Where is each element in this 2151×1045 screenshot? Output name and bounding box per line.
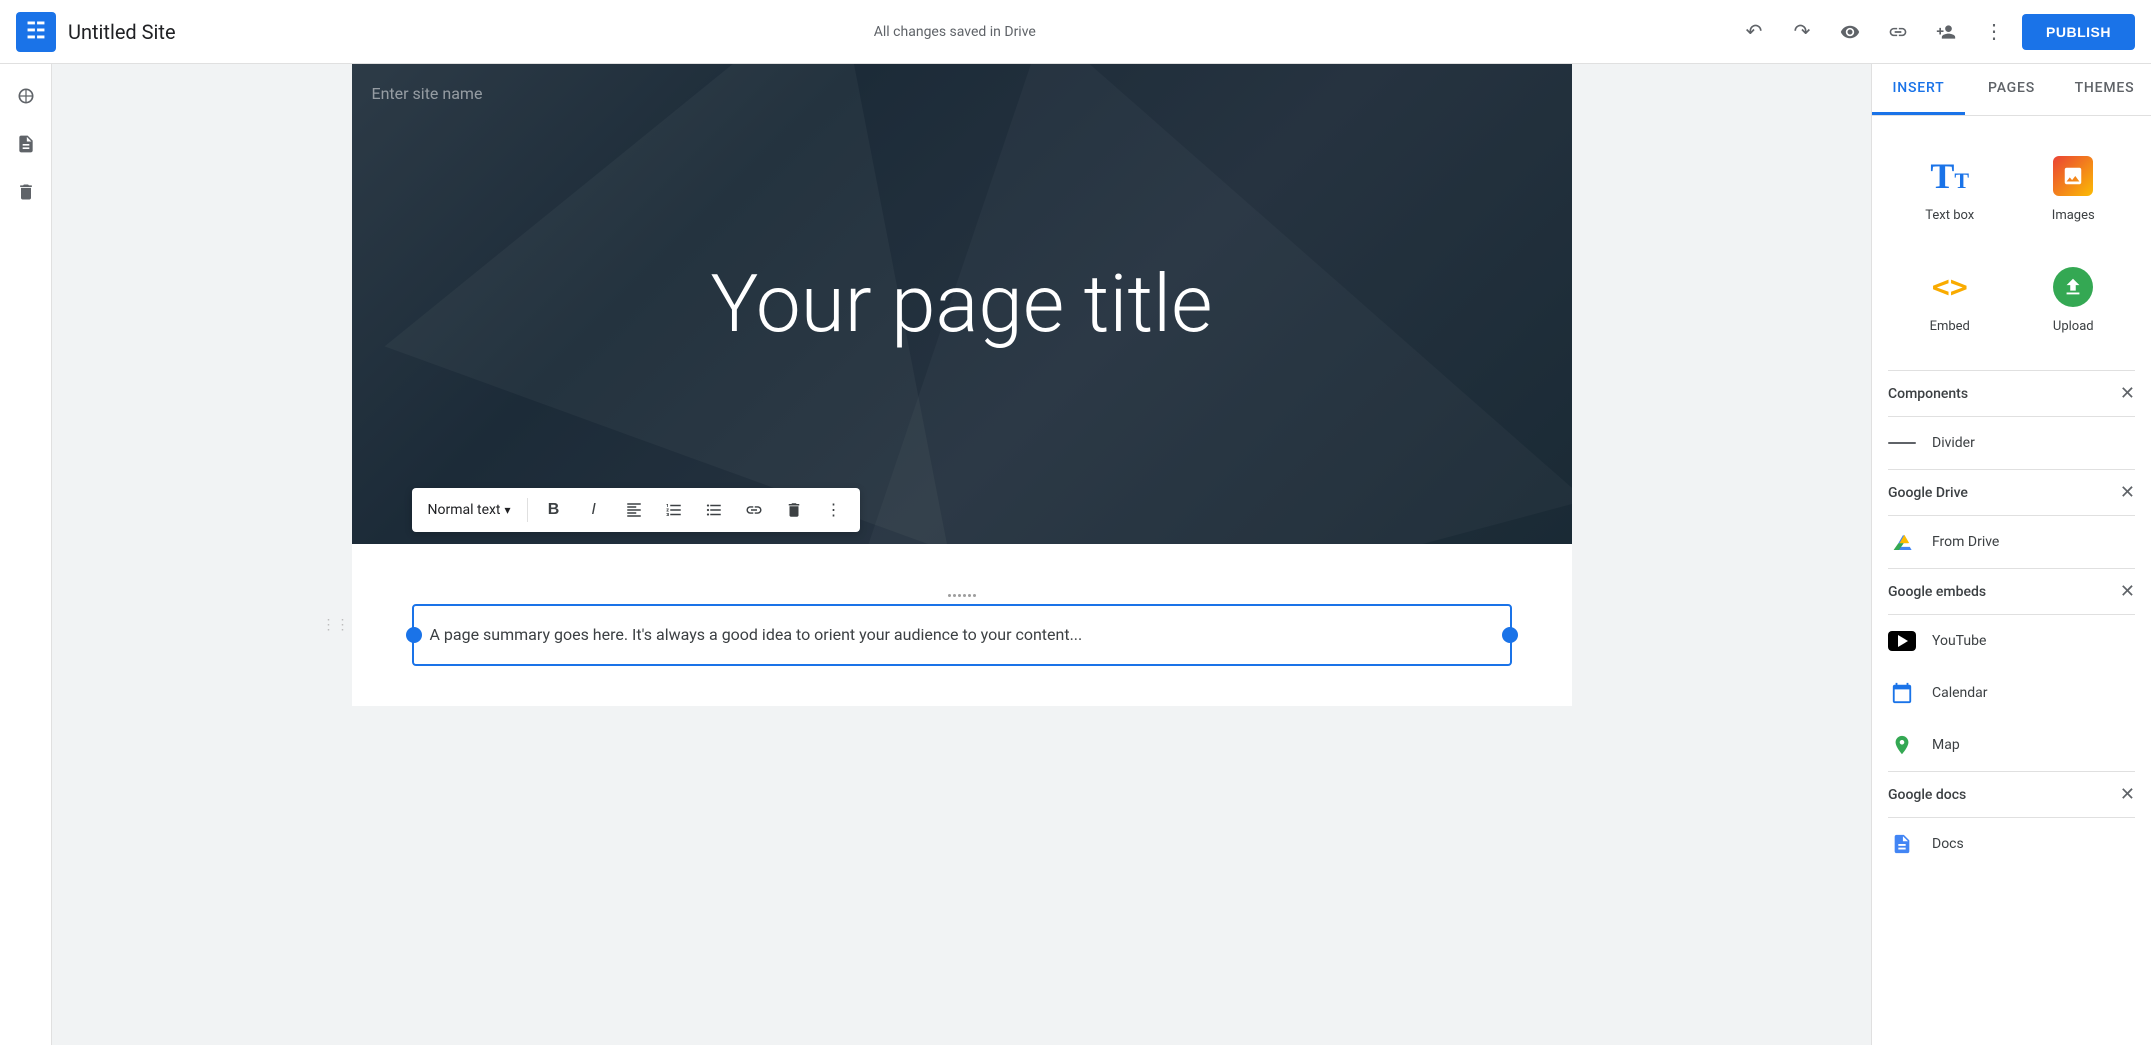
text-box-label: Text box	[1925, 208, 1974, 223]
google-embeds-label: Google embeds	[1888, 584, 1986, 600]
text-content-box[interactable]: A page summary goes here. It's always a …	[412, 604, 1512, 666]
images-icon	[2049, 152, 2097, 200]
text-toolbar: Normal text ▾ B I	[412, 488, 860, 532]
save-status: All changes saved in Drive	[874, 24, 1036, 40]
text-box-icon: TT	[1926, 152, 1974, 200]
embed-label: Embed	[1930, 319, 1970, 334]
tab-pages[interactable]: PAGES	[1965, 64, 2058, 115]
left-resize-handle[interactable]	[406, 627, 422, 643]
text-box-section: Normal text ▾ B I	[352, 544, 1572, 706]
preview-button[interactable]	[1830, 12, 1870, 52]
insert-images[interactable]: Images	[2012, 132, 2136, 243]
drive-icon	[1888, 528, 1916, 556]
hero-section[interactable]: Enter site name Your page title	[352, 64, 1572, 544]
main-layout: Enter site name Your page title Normal t…	[0, 64, 2151, 1045]
topbar-actions: ↶ ↷ ⋮ PUBLISH	[1734, 12, 2135, 52]
google-embeds-section-header[interactable]: Google embeds ✕	[1872, 569, 2151, 614]
insert-upload[interactable]: Upload	[2012, 243, 2136, 354]
page-title[interactable]: Your page title	[711, 257, 1213, 351]
delete-toolbar-button[interactable]	[776, 492, 812, 528]
app-logo: ☷	[16, 12, 56, 52]
more-options-button[interactable]: ⋮	[1974, 12, 2014, 52]
calendar-label: Calendar	[1932, 685, 1988, 701]
left-sidebar	[0, 64, 52, 1045]
map-label: Map	[1932, 737, 1960, 753]
ordered-list-button[interactable]	[656, 492, 692, 528]
map-item[interactable]: Map	[1872, 719, 2151, 771]
calendar-icon	[1888, 679, 1916, 707]
italic-button[interactable]: I	[576, 492, 612, 528]
google-embeds-toggle-icon: ✕	[2120, 581, 2135, 602]
topbar: ☷ Untitled Site All changes saved in Dri…	[0, 0, 2151, 64]
components-toggle-icon: ✕	[2120, 383, 2135, 404]
google-docs-toggle-icon: ✕	[2120, 784, 2135, 805]
delete-sidebar-button[interactable]	[6, 172, 46, 212]
add-user-button[interactable]	[1926, 12, 1966, 52]
topbar-center: All changes saved in Drive	[176, 24, 1734, 40]
google-drive-section-header[interactable]: Google Drive ✕	[1872, 470, 2151, 515]
google-drive-label: Google Drive	[1888, 485, 1968, 501]
undo-button[interactable]: ↶	[1734, 12, 1774, 52]
insert-text-box[interactable]: TT Text box	[1888, 132, 2012, 243]
docs-label: Docs	[1932, 836, 1964, 852]
from-drive-item[interactable]: From Drive	[1872, 516, 2151, 568]
tab-themes[interactable]: THEMES	[2058, 64, 2151, 115]
tab-insert[interactable]: INSERT	[1872, 64, 1965, 115]
text-box-wrapper: ⋮⋮ A page summary goes here. It's always…	[352, 544, 1572, 706]
link-toolbar-button[interactable]	[736, 492, 772, 528]
insert-grid: TT Text box Images <> Embed	[1872, 116, 2151, 370]
page-canvas: Enter site name Your page title Normal t…	[352, 64, 1572, 706]
components-label: Components	[1888, 386, 1968, 402]
youtube-item[interactable]: YouTube	[1872, 615, 2151, 667]
google-drive-toggle-icon: ✕	[2120, 482, 2135, 503]
calendar-item[interactable]: Calendar	[1872, 667, 2151, 719]
text-style-dropdown[interactable]: Normal text ▾	[420, 498, 519, 522]
insert-embed[interactable]: <> Embed	[1888, 243, 2012, 354]
components-section-header[interactable]: Components ✕	[1872, 371, 2151, 416]
toolbar-divider-1	[527, 498, 528, 522]
images-label: Images	[2052, 208, 2095, 223]
upload-label: Upload	[2053, 319, 2094, 334]
youtube-icon	[1888, 627, 1916, 655]
embed-icon: <>	[1926, 263, 1974, 311]
redo-button[interactable]: ↷	[1782, 12, 1822, 52]
google-docs-section-header[interactable]: Google docs ✕	[1872, 772, 2151, 817]
upload-icon	[2049, 263, 2097, 311]
docs-item[interactable]: Docs	[1872, 818, 2151, 870]
unordered-list-button[interactable]	[696, 492, 732, 528]
text-style-label: Normal text	[428, 502, 501, 518]
site-name-placeholder[interactable]: Enter site name	[372, 84, 483, 103]
link-button[interactable]	[1878, 12, 1918, 52]
align-button[interactable]	[616, 492, 652, 528]
publish-button[interactable]: PUBLISH	[2022, 14, 2135, 50]
divider-label: Divider	[1932, 435, 1975, 451]
right-panel: INSERT PAGES THEMES TT Text box Images	[1871, 64, 2151, 1045]
from-drive-label: From Drive	[1932, 534, 1999, 550]
divider-item[interactable]: Divider	[1872, 417, 2151, 469]
resize-handle[interactable]	[948, 594, 976, 597]
pages-sidebar-button[interactable]	[6, 124, 46, 164]
right-resize-handle[interactable]	[1502, 627, 1518, 643]
canvas-area[interactable]: Enter site name Your page title Normal t…	[52, 64, 1871, 1045]
right-panel-tabs: INSERT PAGES THEMES	[1872, 64, 2151, 116]
logo-icon: ☷	[26, 19, 46, 44]
more-toolbar-button[interactable]: ⋮	[816, 492, 852, 528]
docs-icon	[1888, 830, 1916, 858]
drag-handle[interactable]: ⋮⋮	[322, 617, 350, 633]
bold-button[interactable]: B	[536, 492, 572, 528]
google-docs-label: Google docs	[1888, 787, 1966, 803]
dropdown-arrow-icon: ▾	[505, 503, 511, 517]
text-content[interactable]: A page summary goes here. It's always a …	[430, 625, 1083, 644]
map-icon	[1888, 731, 1916, 759]
site-title[interactable]: Untitled Site	[68, 20, 176, 44]
divider-icon	[1888, 429, 1916, 457]
theme-button[interactable]	[6, 76, 46, 116]
youtube-label: YouTube	[1932, 633, 1986, 649]
